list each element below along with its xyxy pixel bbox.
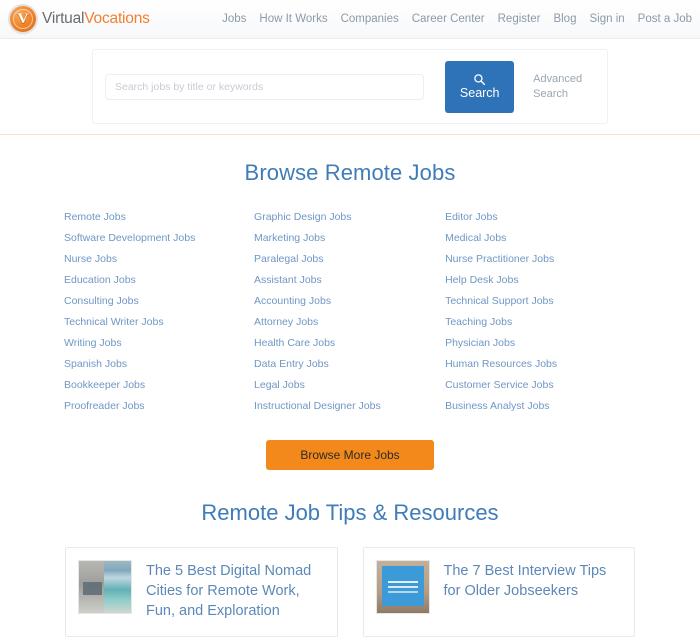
job-link[interactable]: Paralegal Jobs (254, 249, 445, 270)
job-link[interactable]: Education Jobs (64, 270, 254, 291)
job-link[interactable]: Nurse Jobs (64, 249, 254, 270)
job-category-column-1: Remote Jobs Software Development Jobs Nu… (64, 207, 254, 417)
job-link[interactable]: Attorney Jobs (254, 312, 445, 333)
job-link[interactable]: Legal Jobs (254, 375, 445, 396)
job-link[interactable]: Technical Support Jobs (445, 291, 640, 312)
nav-item-career-center[interactable]: Career Center (412, 13, 485, 25)
job-link[interactable]: Medical Jobs (445, 228, 640, 249)
tips-cards-row: The 5 Best Digital Nomad Cities for Remo… (0, 547, 700, 637)
job-category-column-2: Graphic Design Jobs Marketing Jobs Paral… (254, 207, 445, 417)
job-link[interactable]: Technical Writer Jobs (64, 312, 254, 333)
job-link[interactable]: Data Entry Jobs (254, 354, 445, 375)
search-input[interactable] (105, 73, 425, 100)
job-link[interactable]: Business Analyst Jobs (445, 396, 640, 417)
browse-remote-jobs-section: Browse Remote Jobs Remote Jobs Software … (0, 135, 700, 470)
job-link[interactable]: Bookkeeper Jobs (64, 375, 254, 396)
job-search-panel: Search Advanced Search (92, 49, 608, 124)
search-button[interactable]: Search (445, 60, 515, 113)
article-thumbnail-image (375, 560, 430, 614)
job-link[interactable]: Remote Jobs (64, 207, 254, 228)
job-link[interactable]: Accounting Jobs (254, 291, 445, 312)
job-category-column-3: Editor Jobs Medical Jobs Nurse Practitio… (445, 207, 640, 417)
job-link[interactable]: Teaching Jobs (445, 312, 640, 333)
job-link[interactable]: Customer Service Jobs (445, 375, 640, 396)
job-link[interactable]: Assistant Jobs (254, 270, 445, 291)
job-link[interactable]: Graphic Design Jobs (254, 207, 445, 228)
nav-item-post-a-job[interactable]: Post a Job (638, 13, 692, 25)
job-link[interactable]: Nurse Practitioner Jobs (445, 249, 640, 270)
search-button-label: Search (459, 86, 500, 101)
nav-item-jobs[interactable]: Jobs (222, 13, 246, 25)
tip-card[interactable]: The 5 Best Digital Nomad Cities for Remo… (65, 547, 338, 637)
tip-card-title[interactable]: The 7 Best Interview Tips for Older Jobs… (444, 560, 621, 624)
job-link[interactable]: Instructional Designer Jobs (254, 396, 445, 417)
job-link[interactable]: Writing Jobs (64, 333, 254, 354)
remote-job-tips-section: Remote Job Tips & Resources The 5 Best D… (0, 470, 700, 637)
brand-logo-link[interactable]: V VirtualVocations (10, 6, 150, 32)
job-link[interactable]: Software Development Jobs (64, 228, 254, 249)
search-icon (474, 74, 486, 86)
brand-badge-letter: V (17, 10, 29, 27)
article-thumbnail-image (78, 560, 132, 614)
brand-wordmark: VirtualVocations (42, 10, 150, 28)
job-link[interactable]: Human Resources Jobs (445, 354, 640, 375)
job-link[interactable]: Consulting Jobs (64, 291, 254, 312)
job-link[interactable]: Proofreader Jobs (64, 396, 254, 417)
job-link[interactable]: Health Care Jobs (254, 333, 445, 354)
brand-word-two: Vocations (84, 10, 150, 27)
job-link[interactable]: Help Desk Jobs (445, 270, 640, 291)
brand-word-one: Virtual (42, 10, 85, 27)
nav-item-blog[interactable]: Blog (553, 13, 576, 25)
nav-item-companies[interactable]: Companies (341, 13, 399, 25)
job-category-columns: Remote Jobs Software Development Jobs Nu… (0, 207, 700, 417)
job-link[interactable]: Spanish Jobs (64, 354, 254, 375)
tips-section-title: Remote Job Tips & Resources (201, 500, 499, 525)
tip-card[interactable]: The 7 Best Interview Tips for Older Jobs… (362, 547, 635, 637)
browse-section-title: Browse Remote Jobs (244, 160, 456, 185)
job-link[interactable]: Physician Jobs (445, 333, 640, 354)
advanced-search-link[interactable]: Advanced Search (533, 72, 595, 102)
site-header: V VirtualVocations Jobs How It Works Com… (0, 0, 700, 39)
job-link[interactable]: Marketing Jobs (254, 228, 445, 249)
job-link[interactable]: Editor Jobs (445, 207, 640, 228)
browse-more-jobs-button[interactable]: Browse More Jobs (266, 440, 434, 470)
main-navigation: Jobs How It Works Companies Career Cente… (222, 13, 692, 25)
browse-more-container: Browse More Jobs (0, 440, 700, 470)
search-band: Search Advanced Search (0, 39, 700, 135)
nav-item-sign-in[interactable]: Sign in (589, 13, 624, 25)
tip-card-title[interactable]: The 5 Best Digital Nomad Cities for Remo… (146, 560, 323, 624)
nav-item-how-it-works[interactable]: How It Works (259, 13, 327, 25)
nav-item-register[interactable]: Register (498, 13, 541, 25)
virtual-vocations-shield-icon: V (10, 6, 36, 32)
